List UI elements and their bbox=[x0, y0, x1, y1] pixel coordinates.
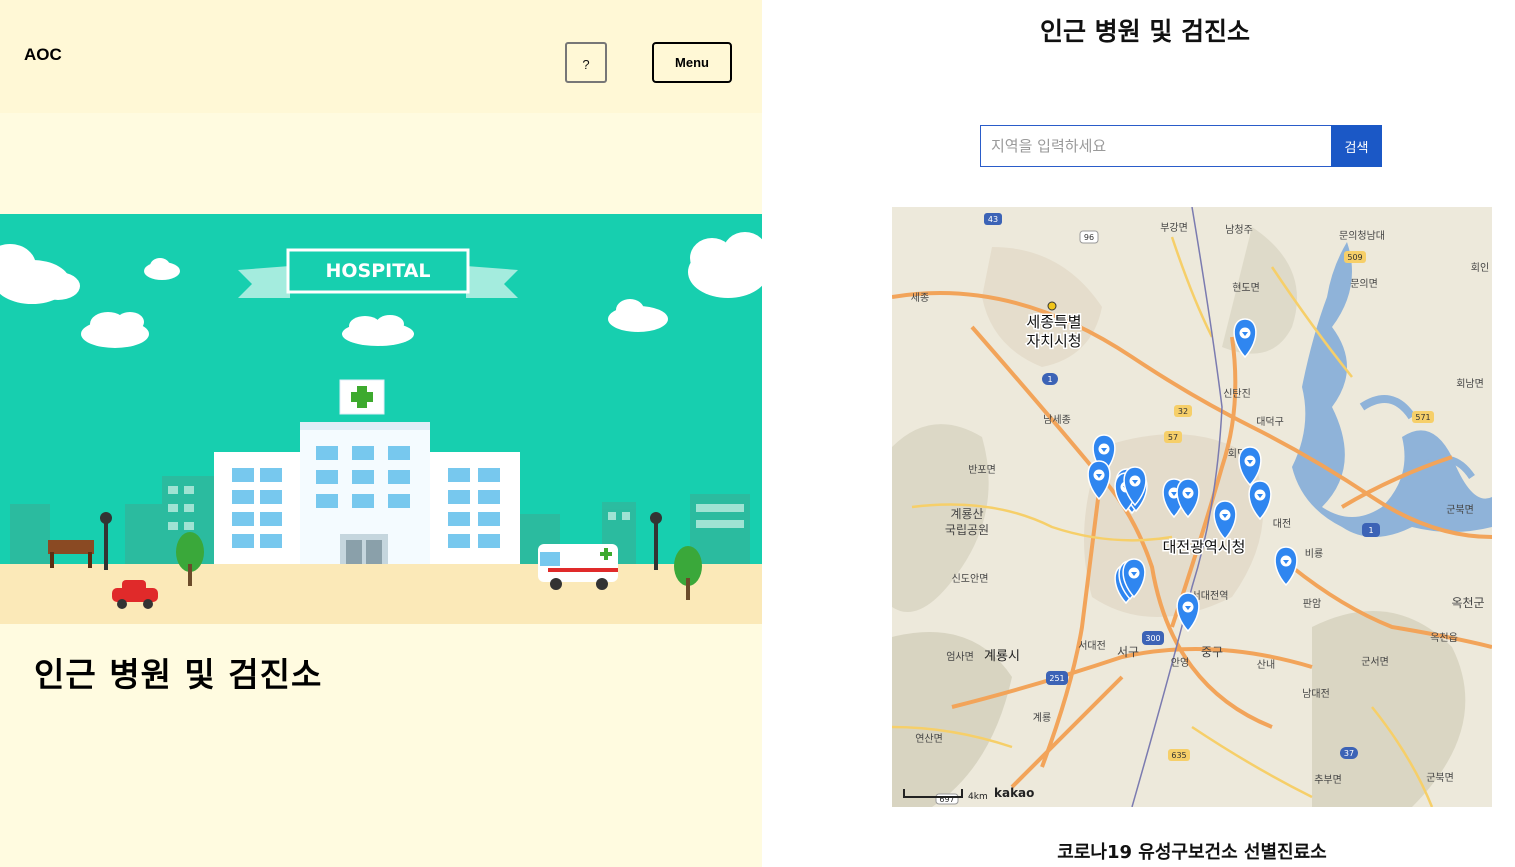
map-place-label: 중구 bbox=[1201, 645, 1223, 659]
map-place-label: 신탄진 bbox=[1223, 388, 1251, 400]
kakao-logo: kakao bbox=[994, 786, 1034, 800]
map-place-label: 문의청남대 bbox=[1339, 230, 1385, 242]
map-place-label: 계룡시 bbox=[984, 649, 1020, 664]
road-number: 96 bbox=[1084, 233, 1094, 242]
map-place-label: 남세종 bbox=[1043, 414, 1071, 426]
page-title: 인근 병원 및 검진소 bbox=[1039, 17, 1251, 46]
map-place-label: 옥천읍 bbox=[1430, 632, 1458, 644]
search-button[interactable]: 검색 bbox=[1331, 125, 1382, 167]
kakao-map[interactable]: 43 96 509 1 32 57 571 1 300 251 635 37 6… bbox=[892, 207, 1492, 807]
banner-text: HOSPITAL bbox=[325, 260, 430, 282]
map-place-label: 산내 bbox=[1257, 659, 1275, 671]
region-search-input[interactable] bbox=[980, 125, 1332, 167]
road-number: 32 bbox=[1178, 407, 1188, 416]
logo[interactable]: AOC bbox=[24, 45, 62, 65]
map-place-label: 추부면 bbox=[1314, 774, 1342, 786]
road-number: 43 bbox=[988, 215, 998, 224]
map-place-label: 대덕구 bbox=[1256, 416, 1284, 428]
map-place-label: 서대전 bbox=[1078, 640, 1106, 652]
map-place-label: 부강면 bbox=[1160, 222, 1188, 234]
hospital-illustration-svg: HOSPITAL bbox=[0, 214, 762, 624]
road-number: 1 bbox=[1368, 526, 1373, 535]
map-place-label: 문의면 bbox=[1350, 278, 1378, 290]
map-place-label: 옥천군 bbox=[1451, 595, 1484, 610]
selected-place-name: 코로나19 유성구보건소 선별진료소 bbox=[1057, 842, 1327, 863]
road-number: 571 bbox=[1415, 413, 1430, 422]
road-number: 37 bbox=[1344, 749, 1354, 758]
road-number: 57 bbox=[1168, 433, 1178, 442]
map-place-label: 서구 bbox=[1117, 645, 1139, 659]
map-canvas[interactable]: 43 96 509 1 32 57 571 1 300 251 635 37 6… bbox=[892, 207, 1492, 807]
map-place-label: 판암 bbox=[1303, 598, 1321, 610]
menu-button[interactable]: Menu bbox=[652, 42, 732, 83]
help-button[interactable]: ? bbox=[565, 42, 607, 83]
map-scale-label: 4km bbox=[968, 792, 988, 802]
map-place-label: 회남면 bbox=[1456, 378, 1484, 390]
map-place-label: 군북면 bbox=[1446, 504, 1474, 516]
hospital-illustration: HOSPITAL bbox=[0, 214, 762, 624]
map-place-label: 반포면 bbox=[968, 464, 996, 476]
app-root: AOC ? Menu HOSPITAL 인근 병원 및 검진소 인근 병원 및 … bbox=[0, 0, 1515, 867]
map-place-label: 국립공원 bbox=[945, 523, 989, 537]
map-place-label: 회인 bbox=[1471, 262, 1489, 274]
road-number: 1 bbox=[1047, 375, 1052, 384]
road-number: 635 bbox=[1171, 751, 1186, 760]
map-place-label: 연산면 bbox=[915, 733, 943, 745]
map-place-label: 군북면 bbox=[1426, 772, 1454, 784]
map-city-label: 세종특별 bbox=[1026, 313, 1081, 331]
map-place-label: 현도면 bbox=[1232, 282, 1260, 294]
hero-title: 인근 병원 및 검진소 bbox=[34, 655, 323, 694]
map-place-label: 대전 bbox=[1273, 518, 1291, 530]
map-place-label: 계룡산 bbox=[950, 507, 983, 521]
map-place-label: 군서면 bbox=[1361, 656, 1389, 668]
map-city-label: 자치시청 bbox=[1026, 332, 1081, 350]
road-number: 251 bbox=[1049, 674, 1064, 683]
map-place-label: 엄사면 bbox=[946, 651, 974, 663]
map-place-label: 신도안면 bbox=[952, 573, 989, 585]
map-city-label: 대전광역시청 bbox=[1163, 538, 1246, 556]
road-number: 300 bbox=[1145, 634, 1160, 643]
map-place-label: 남대전 bbox=[1302, 688, 1330, 700]
map-place-label: 세종 bbox=[911, 292, 929, 304]
map-place-label: 비룡 bbox=[1305, 548, 1323, 560]
road-number: 509 bbox=[1347, 253, 1362, 262]
map-place-label: 남청주 bbox=[1225, 224, 1253, 236]
map-place-label: 계룡 bbox=[1033, 712, 1051, 724]
map-place-label: 안영 bbox=[1171, 657, 1189, 669]
left-panel: AOC ? Menu HOSPITAL 인근 병원 및 검진소 bbox=[0, 0, 762, 867]
